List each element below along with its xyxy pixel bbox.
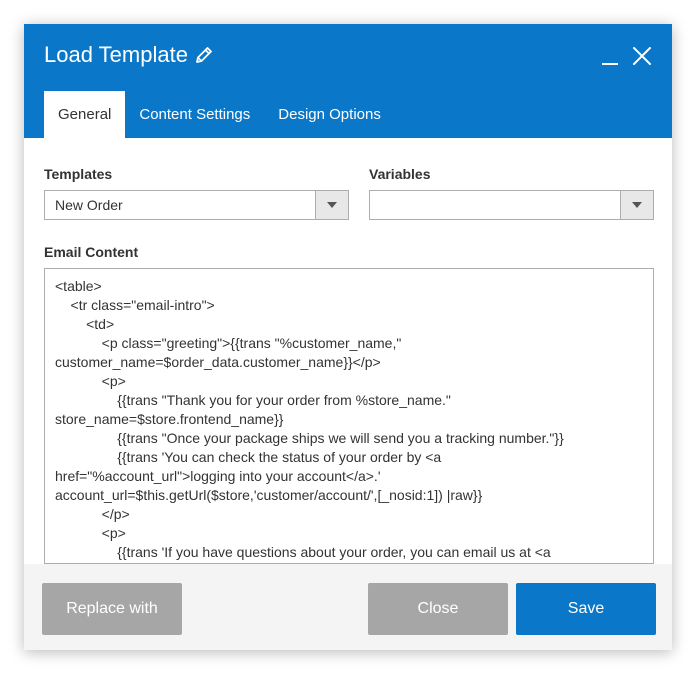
templates-label: Templates: [44, 166, 113, 182]
tab-bar: General Content Settings Design Options: [44, 91, 395, 138]
variables-select[interactable]: [369, 190, 654, 220]
close-icon[interactable]: [632, 46, 652, 66]
pencil-icon[interactable]: [194, 45, 214, 65]
minimize-icon[interactable]: [602, 44, 618, 66]
dialog-header: Load Template General Content Settings D…: [24, 24, 672, 138]
replace-with-button[interactable]: Replace with: [42, 583, 182, 635]
code-line: {{trans 'You can check the status of you…: [55, 449, 442, 465]
dialog-title-text: Load Template: [44, 42, 188, 67]
code-line: href="%account_url">logging into your ac…: [55, 468, 381, 484]
code-line: <p>: [55, 373, 126, 389]
templates-select-value: New Order: [55, 197, 123, 213]
code-line: <tr class="email-intro">: [55, 297, 215, 313]
code-line: store_name=$store.frontend_name}}: [55, 411, 284, 427]
chevron-down-icon[interactable]: [315, 191, 348, 219]
tab-content-settings[interactable]: Content Settings: [125, 91, 264, 138]
email-content-code: <table> <tr class="email-intro"> <td> <p…: [55, 277, 643, 562]
code-line: <p class="greeting">{{trans "%customer_n…: [55, 335, 402, 351]
code-line: <table>: [55, 278, 102, 294]
chevron-down-icon[interactable]: [620, 191, 653, 219]
code-line: {{trans "Thank you for your order from %…: [55, 392, 451, 408]
code-line: <p>: [55, 525, 126, 541]
email-content-label: Email Content: [44, 244, 139, 260]
code-line: <td>: [55, 316, 115, 332]
tab-design-options[interactable]: Design Options: [264, 91, 395, 138]
tab-general[interactable]: General: [44, 91, 126, 138]
code-line: </p>: [55, 506, 130, 522]
save-button[interactable]: Save: [516, 583, 656, 635]
code-line: customer_name=$order_data.customer_name}…: [55, 354, 381, 370]
window-controls: [602, 44, 652, 66]
email-content-editor[interactable]: <table> <tr class="email-intro"> <td> <p…: [44, 268, 654, 564]
close-button[interactable]: Close: [368, 583, 508, 635]
dialog-title: Load Template: [44, 42, 214, 68]
code-line: {{trans "Once your package ships we will…: [55, 430, 564, 446]
templates-select[interactable]: New Order: [44, 190, 349, 220]
code-line: account_url=$this.getUrl($store,'custome…: [55, 487, 483, 503]
code-line: {{trans 'If you have questions about you…: [55, 544, 551, 560]
dialog-footer: Replace with Close Save: [24, 564, 672, 650]
variables-label: Variables: [369, 166, 431, 182]
load-template-dialog: Load Template General Content Settings D…: [24, 24, 672, 650]
